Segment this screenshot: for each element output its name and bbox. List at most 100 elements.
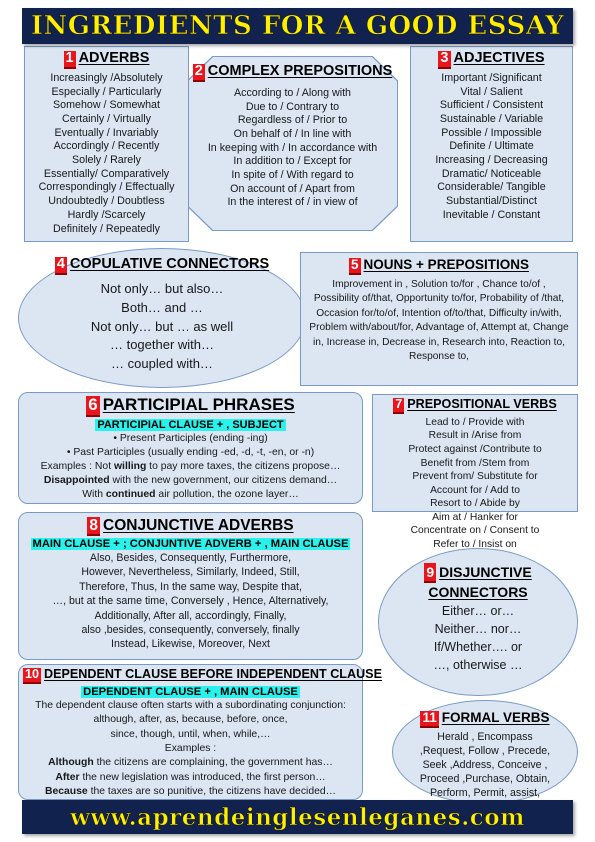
section-prepverbs-list: Lead to / Provide with Result in /Arise … xyxy=(377,416,573,552)
section-title: COPULATIVE CONNECTORS xyxy=(69,256,270,272)
section-disjunctive-inner: 9 DISJUNCTIVE CONNECTORS Either… or… Neit… xyxy=(379,549,577,674)
section-copulative-connectors: 4 COPULATIVE CONNECTORS Not only… but als… xyxy=(18,248,306,388)
section-title: ADVERBS xyxy=(78,50,150,66)
list-item: Hardly /Scarcely xyxy=(67,208,146,221)
list-item: Definitely / Repeatedly xyxy=(53,222,160,235)
page-title: INGREDIENTS FOR A GOOD ESSAY xyxy=(30,11,565,42)
list-item: In addition to / Except for xyxy=(233,155,352,168)
list-item: Solely / Rarely xyxy=(72,154,141,167)
section-complex-prepositions-heading: 2 COMPLEX PREPOSITIONS xyxy=(191,63,394,82)
section-number-badge: 1 xyxy=(63,50,76,69)
section-title: CONJUNCTIVE ADVERBS xyxy=(103,517,294,534)
example-keyword: willing xyxy=(113,460,147,472)
section-number-badge: 2 xyxy=(192,63,205,82)
participial-formula: PARTICIPIAL CLAUSE + , SUBJECT xyxy=(95,418,286,431)
list-item: On behalf of / In line with xyxy=(233,128,352,140)
example-suffix: air pollution, the ozone layer… xyxy=(155,489,299,501)
example-line: With continued air pollution, the ozone … xyxy=(25,488,356,502)
footer-banner: www.aprendeinglesenleganes.com xyxy=(22,800,573,834)
bullet-present-participles: • Present Participles (ending -ing) xyxy=(25,432,356,446)
list-item: …, otherwise … xyxy=(433,657,523,672)
section-complex-prepositions: 2 COMPLEX PREPOSITIONS According to / Alo… xyxy=(187,56,398,231)
example-line: After the new legislation was introduced… xyxy=(23,771,358,785)
example-prefix: Examples : Not xyxy=(40,460,114,472)
section-number-badge: 7 xyxy=(393,397,405,414)
list-item: Essentially/ Comparatively xyxy=(43,167,170,180)
section-prepverbs-heading: 7 PREPOSITIONAL VERBS xyxy=(377,397,573,414)
list-item: Concentrate on / Consent to xyxy=(410,525,540,537)
list-item: Not only… but also… xyxy=(100,280,224,296)
section-adjectives: 3 ADJECTIVES Important /Significant Vital… xyxy=(410,46,573,242)
list-item: In keeping with / In accordance with xyxy=(207,141,378,154)
list-item: … coupled with… xyxy=(111,356,213,372)
section-title: FORMAL VERBS xyxy=(441,710,550,725)
section-title: NOUNS + PREPOSITIONS xyxy=(363,257,529,272)
section-dependent-heading: 10 DEPENDENT CLAUSE BEFORE INDEPENDENT CL… xyxy=(23,667,382,684)
list-item: Not only… but … as well xyxy=(90,318,234,334)
list-item: Also, Besides, Consequently, Furthermore… xyxy=(89,552,292,565)
section-formal-heading: 11 FORMAL VERBS xyxy=(399,710,571,728)
example-line: Because the taxes are so punitive, the c… xyxy=(23,785,358,799)
bullet-text: • Present Participles (ending -ing) xyxy=(113,432,268,444)
list-item: Increasing / Decreasing xyxy=(435,154,548,167)
conjunction-line: although, after, as, because, before, on… xyxy=(93,714,288,726)
section-disjunctive-heading: 9 DISJUNCTIVE CONNECTORS xyxy=(389,563,567,601)
section-title: ADJECTIVES xyxy=(453,50,545,66)
section-dependent-body: The dependent clause often starts with a… xyxy=(23,699,358,800)
example-prefix: With xyxy=(82,489,106,501)
octagon-content: 2 COMPLEX PREPOSITIONS According to / Alo… xyxy=(187,56,398,231)
infographic-page: INGREDIENTS FOR A GOOD ESSAY 1 ADVERBS In… xyxy=(0,0,595,842)
list-item: In spite of / With regard to xyxy=(231,169,354,182)
list-item: Somehow / Somewhat xyxy=(53,99,160,112)
list-item: Proceed ,Purchase, Obtain, xyxy=(419,773,551,786)
list-item: Possible / Impossible xyxy=(441,126,542,139)
example-suffix: the new legislation was introduced, the … xyxy=(79,771,326,783)
section-nouns-prepositions: 5 NOUNS + PREPOSITIONS Improvement in , S… xyxy=(300,252,578,386)
list-item: Benefit from /Stem from xyxy=(420,457,530,469)
list-item: Therefore, Thus, In the same way, Despit… xyxy=(79,580,302,593)
example-keyword: After xyxy=(55,771,80,783)
list-item: … together with… xyxy=(109,337,215,353)
list-item: Undoubtedly / Doubtless xyxy=(48,195,165,208)
section-number-badge: 11 xyxy=(420,710,439,728)
examples-label: Examples : xyxy=(164,742,217,754)
list-item: Certainly / Virtually xyxy=(62,113,151,125)
example-line: Although the citizens are complaining, t… xyxy=(23,756,358,770)
intro-text: The dependent clause often starts with a… xyxy=(35,699,346,711)
section-conjunctive-list: Also, Besides, Consequently, Furthermore… xyxy=(23,551,358,652)
example-keyword: Disappointed xyxy=(43,475,110,487)
list-item: Resort to / Abide by xyxy=(430,498,520,510)
example-line: Examples : Not willing to pay more taxes… xyxy=(25,460,356,474)
list-item: …, but at the same time, Conversely , He… xyxy=(52,595,329,608)
example-suffix: the citizens are complaining, the govern… xyxy=(93,757,333,769)
list-item: Aim at / Hanker for xyxy=(432,511,518,523)
section-formal-verbs: 11 FORMAL VERBS Herald , Encompass ,Reque… xyxy=(392,700,578,804)
list-item: Protect against /Contribute to xyxy=(408,444,542,455)
example-keyword: Although xyxy=(48,757,94,769)
section-title: COMPLEX PREPOSITIONS xyxy=(207,63,393,79)
list-item: Account for / Add to xyxy=(430,484,520,496)
list-item: Sustainable / Variable xyxy=(439,113,544,125)
example-line: Disappointed with the new government, ou… xyxy=(25,474,356,488)
list-item: Eventually / Invariably xyxy=(54,126,159,139)
section-adjectives-list: Important /Significant Vital / Salient S… xyxy=(413,72,570,223)
section-participial-body: • Present Participles (ending -ing) • Pa… xyxy=(25,432,356,503)
list-item: Either… or… xyxy=(441,604,515,619)
list-item: Definite / Ultimate xyxy=(449,140,534,153)
section-number-badge: 4 xyxy=(54,256,67,275)
section-number-badge: 9 xyxy=(424,563,437,584)
section-complex-prepositions-list: According to / Along with Due to / Contr… xyxy=(191,87,394,210)
participial-formula-row: PARTICIPIAL CLAUSE + , SUBJECT xyxy=(25,418,356,431)
section-dependent-clause: 10 DEPENDENT CLAUSE BEFORE INDEPENDENT CL… xyxy=(18,664,382,800)
section-number-badge: 3 xyxy=(438,50,451,69)
list-item: Neither… nor… xyxy=(434,622,522,637)
section-prepositional-verbs: 7 PREPOSITIONAL VERBS Lead to / Provide w… xyxy=(372,394,578,550)
section-title-line2: CONNECTORS xyxy=(428,584,528,601)
title-banner: INGREDIENTS FOR A GOOD ESSAY xyxy=(22,8,573,44)
list-item: Regardless of / Prior to xyxy=(237,114,348,127)
list-item: Additionally, After all, accordingly, Fi… xyxy=(94,609,287,622)
list-item: If/Whether…. or xyxy=(433,639,523,654)
list-item: Sufficient / Consistent xyxy=(439,99,544,112)
list-item: Accordingly / Recently xyxy=(53,140,160,153)
section-disjunctive-connectors: 9 DISJUNCTIVE CONNECTORS Either… or… Neit… xyxy=(378,548,578,696)
